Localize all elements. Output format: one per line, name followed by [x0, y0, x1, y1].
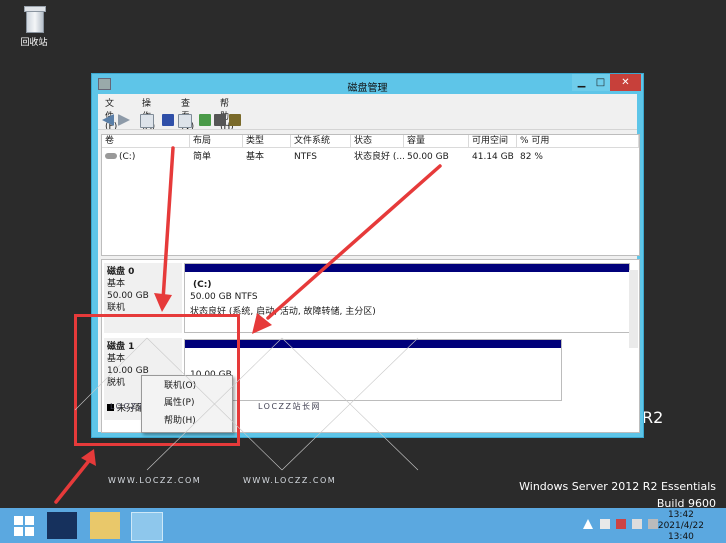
title-bar[interactable]: 磁盘管理 ▁ □ ✕ [92, 74, 643, 94]
vertical-scrollbar[interactable] [629, 270, 638, 348]
minimize-button[interactable]: ▁ [572, 74, 591, 91]
properties-icon[interactable] [178, 114, 192, 128]
watermark: WWW.LOCZZ.COM [108, 476, 202, 485]
toolbar [98, 111, 637, 130]
os-branding: Windows Server 2012 R2 Essentials Build … [519, 478, 716, 512]
server-manager-icon[interactable] [131, 512, 163, 541]
disk-settings-icon[interactable] [214, 114, 226, 126]
refresh-icon[interactable] [199, 114, 211, 126]
rescan-icon[interactable] [229, 114, 241, 126]
clock-time: 13:42 [667, 510, 694, 520]
disk-1-volume[interactable]: 10.00 GB [184, 339, 562, 401]
recycle-bin-icon[interactable]: 回收站 [14, 4, 54, 48]
powershell-icon[interactable] [47, 512, 77, 539]
cell-status: 状态良好 (... [354, 152, 405, 162]
trash-icon [23, 4, 46, 33]
action-center-icon[interactable] [600, 519, 610, 529]
back-arrow-icon[interactable] [102, 114, 114, 126]
annotation-arrow [54, 460, 90, 504]
network-icon[interactable] [616, 519, 626, 529]
volume-icon[interactable] [632, 519, 642, 529]
annotation-highlight-box [74, 314, 240, 446]
column-header[interactable]: 可用空间 [469, 135, 517, 148]
close-button[interactable]: ✕ [610, 74, 641, 91]
volume-list[interactable]: 卷 布局 类型 文件系统 状态 容量 可用空间 % 可用 (C:) 简单 基本 … [101, 134, 640, 256]
clock-time-secondary: 13:40 [667, 532, 694, 542]
file-explorer-icon[interactable] [90, 512, 120, 539]
start-button[interactable] [14, 516, 34, 536]
cell-free: 41.14 GB [472, 152, 514, 162]
volume-c-bar [185, 264, 629, 272]
watermark: WWW.LOCZZ.COM [243, 476, 337, 485]
recycle-bin-label: 回收站 [20, 38, 48, 48]
clock-date: 2021/4/22 [657, 521, 704, 531]
column-header[interactable]: % 可用 [517, 135, 639, 148]
console-tree-icon[interactable] [140, 114, 154, 128]
cell-layout: 简单 [193, 152, 212, 162]
cell-type: 基本 [246, 152, 265, 162]
watermark: LOCZZ站长网 [258, 402, 322, 411]
arrow-head-icon [81, 449, 96, 466]
disk-0-size: 50.00 GB [107, 291, 149, 301]
branding-edition: Windows Server 2012 R2 Essentials [519, 480, 716, 493]
branding-fragment: R2 [642, 408, 664, 427]
disk-1-volume-bar [185, 340, 561, 348]
maximize-button[interactable]: □ [591, 74, 610, 91]
volume-c[interactable]: (C:) 50.00 GB NTFS 状态良好 (系统, 启动, 活动, 故障转… [184, 263, 630, 333]
column-header[interactable]: 类型 [243, 135, 291, 148]
cell-fs: NTFS [294, 152, 317, 162]
disk-0-name: 磁盘 0 [107, 267, 135, 277]
forward-arrow-icon[interactable] [118, 114, 130, 126]
column-header[interactable]: 文件系统 [291, 135, 351, 148]
column-header[interactable]: 布局 [190, 135, 243, 148]
window-title: 磁盘管理 [347, 83, 388, 94]
cell-capacity: 50.00 GB [407, 152, 449, 162]
volume-c-detail: 50.00 GB NTFS [190, 292, 258, 302]
column-header[interactable]: 卷 [102, 135, 190, 148]
notification-icon[interactable] [648, 519, 658, 529]
help-icon[interactable] [162, 114, 174, 126]
show-hidden-icons-icon[interactable] [583, 519, 593, 529]
column-header[interactable]: 容量 [404, 135, 469, 148]
disk-0-state: 联机 [107, 303, 126, 313]
disk-0-type: 基本 [107, 279, 126, 289]
system-clock[interactable]: 13:42 2021/4/22 13:40 [658, 510, 704, 543]
column-header[interactable]: 状态 [351, 135, 404, 148]
volume-c-label: (C:) [193, 280, 212, 290]
cell-volume: (C:) [119, 152, 136, 162]
taskbar: 13:42 2021/4/22 13:40 [0, 508, 726, 543]
cell-pct: 82 % [520, 152, 543, 162]
